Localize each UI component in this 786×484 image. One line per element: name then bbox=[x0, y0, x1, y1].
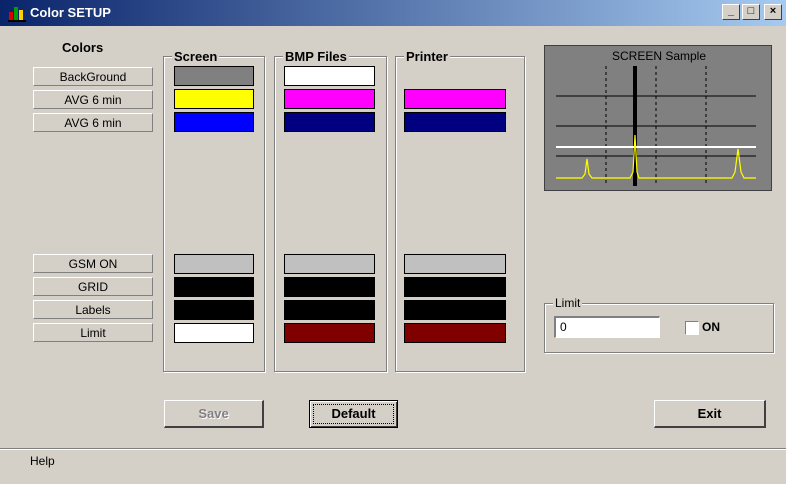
color-button-avg-6min-2[interactable]: AVG 6 min bbox=[33, 113, 153, 132]
limit-on-checkbox[interactable] bbox=[685, 321, 699, 335]
limit-on-label: ON bbox=[702, 320, 720, 334]
swatch-bmp-grid[interactable] bbox=[284, 277, 375, 297]
swatch-screen-background[interactable] bbox=[174, 66, 254, 86]
default-button-label: Default bbox=[331, 406, 376, 421]
app-icon bbox=[8, 7, 26, 22]
exit-button[interactable]: Exit bbox=[654, 400, 766, 428]
limit-input[interactable]: 0 bbox=[554, 316, 660, 338]
swatch-bmp-gsm-on[interactable] bbox=[284, 254, 375, 274]
swatch-screen-grid[interactable] bbox=[174, 277, 254, 297]
color-button-limit[interactable]: Limit bbox=[33, 323, 153, 342]
status-text: Help bbox=[30, 454, 55, 468]
screen-sample-panel: SCREEN Sample bbox=[544, 45, 772, 191]
title-bar[interactable]: Color SETUP _ □ × bbox=[0, 0, 786, 26]
swatch-printer-avg-1[interactable] bbox=[404, 89, 506, 109]
swatch-bmp-labels[interactable] bbox=[284, 300, 375, 320]
color-button-gsm-on[interactable]: GSM ON bbox=[33, 254, 153, 273]
minimize-button[interactable]: _ bbox=[722, 4, 740, 20]
swatch-printer-avg-2[interactable] bbox=[404, 112, 506, 132]
bmp-files-group-title: BMP Files bbox=[283, 49, 349, 64]
color-button-labels[interactable]: Labels bbox=[33, 300, 153, 319]
default-button[interactable]: Default bbox=[309, 400, 398, 428]
swatch-printer-limit[interactable] bbox=[404, 323, 506, 343]
sample-plot bbox=[556, 66, 756, 186]
swatch-printer-gsm-on[interactable] bbox=[404, 254, 506, 274]
color-button-grid[interactable]: GRID bbox=[33, 277, 153, 296]
swatch-screen-avg-1[interactable] bbox=[174, 89, 254, 109]
swatch-screen-limit[interactable] bbox=[174, 323, 254, 343]
colors-heading: Colors bbox=[62, 40, 104, 55]
maximize-button[interactable]: □ bbox=[742, 4, 760, 20]
swatch-bmp-background[interactable] bbox=[284, 66, 375, 86]
status-bar: Help bbox=[0, 448, 786, 473]
swatch-bmp-avg-1[interactable] bbox=[284, 89, 375, 109]
color-setup-window: Color SETUP _ □ × Colors BackGround AVG … bbox=[0, 0, 786, 484]
swatch-bmp-avg-2[interactable] bbox=[284, 112, 375, 132]
swatch-screen-avg-2[interactable] bbox=[174, 112, 254, 132]
screen-group-title: Screen bbox=[172, 49, 220, 64]
swatch-screen-labels[interactable] bbox=[174, 300, 254, 320]
screen-sample-title: SCREEN Sample bbox=[611, 49, 707, 63]
save-button[interactable]: Save bbox=[164, 400, 264, 428]
swatch-printer-labels[interactable] bbox=[404, 300, 506, 320]
printer-group-title: Printer bbox=[404, 49, 450, 64]
limit-group-title: Limit bbox=[553, 296, 583, 310]
close-button[interactable]: × bbox=[764, 4, 782, 20]
swatch-bmp-limit[interactable] bbox=[284, 323, 375, 343]
color-button-avg-6min-1[interactable]: AVG 6 min bbox=[33, 90, 153, 109]
swatch-printer-grid[interactable] bbox=[404, 277, 506, 297]
limit-group: Limit 0 ON bbox=[544, 296, 774, 353]
color-button-background[interactable]: BackGround bbox=[33, 67, 153, 86]
window-title: Color SETUP bbox=[30, 5, 111, 20]
swatch-screen-gsm-on[interactable] bbox=[174, 254, 254, 274]
